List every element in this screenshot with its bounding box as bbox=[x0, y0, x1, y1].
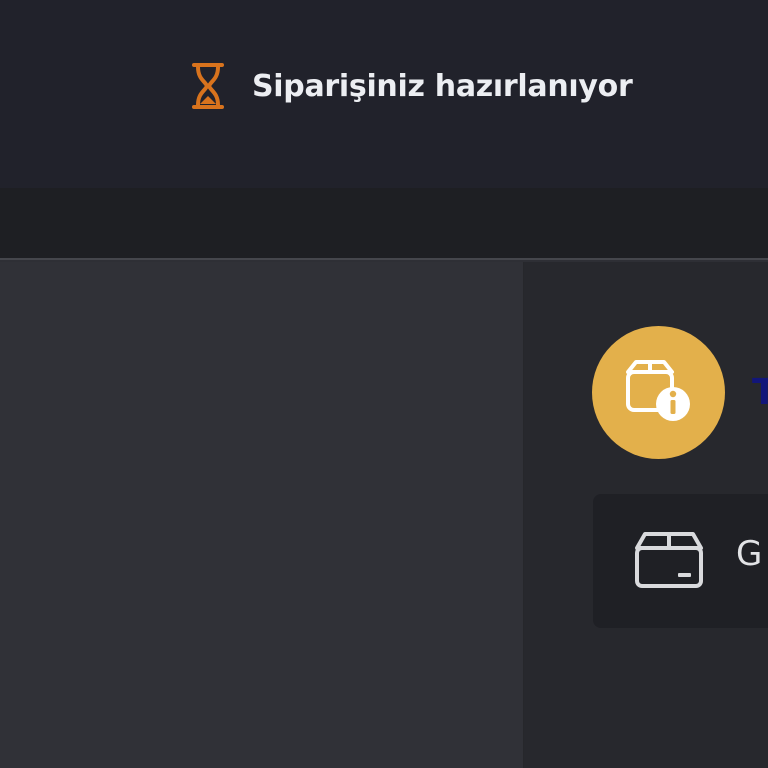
order-status: Siparişiniz hazırlanıyor bbox=[186, 58, 633, 114]
package-info-badge bbox=[592, 326, 725, 459]
cargo-status-card[interactable]: G bbox=[593, 494, 768, 628]
hourglass-icon bbox=[186, 60, 230, 112]
order-status-header: Siparişiniz hazırlanıyor bbox=[0, 0, 768, 188]
package-info-icon bbox=[624, 358, 694, 428]
box-icon bbox=[633, 528, 705, 592]
header-divider-band bbox=[0, 188, 768, 260]
order-status-text: Siparişiniz hazırlanıyor bbox=[252, 68, 633, 104]
left-content-panel bbox=[0, 262, 523, 768]
cargo-status-text: G bbox=[736, 534, 763, 574]
order-info-title: T bbox=[752, 372, 768, 413]
